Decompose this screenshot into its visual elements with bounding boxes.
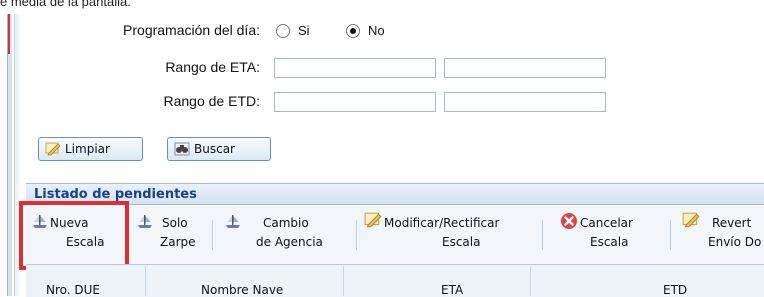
rango-etd-label: Rango de ETD: xyxy=(163,93,261,109)
solo-zarpe-line2: Zarpe xyxy=(160,235,196,249)
column-header[interactable]: ETD xyxy=(663,283,687,297)
buscar-label: Buscar xyxy=(194,142,235,156)
revertir-envio-button[interactable]: Revert Envío Do xyxy=(674,206,764,262)
toolbar-separator xyxy=(212,220,213,250)
buscar-button[interactable]: Buscar xyxy=(167,137,271,161)
toolbar-separator xyxy=(356,220,357,250)
column-header[interactable]: ETA xyxy=(441,283,463,297)
eta-to-input[interactable] xyxy=(444,58,606,78)
revertir-line2: Envío Do xyxy=(708,235,762,249)
cancelar-line2: Escala xyxy=(590,235,629,249)
modificar-rectificar-button[interactable]: Modificar/Rectificar Escala xyxy=(362,206,540,262)
modificar-line2: Escala xyxy=(442,235,481,249)
radio-si[interactable] xyxy=(276,24,290,38)
column-divider xyxy=(343,266,344,296)
pending-toolbar: Nueva Escala Solo Zarpe Cambio de Agenci… xyxy=(26,206,764,265)
ship-icon xyxy=(138,215,152,228)
cancelar-line1: Cancelar xyxy=(580,216,633,230)
toolbar-separator xyxy=(542,220,543,250)
radio-no[interactable] xyxy=(346,24,360,38)
table-header: Nro. DUE Nombre Nave ETA ETD xyxy=(26,264,764,297)
pencil-icon xyxy=(364,212,382,228)
column-divider xyxy=(530,266,531,296)
pencil-icon xyxy=(45,142,61,156)
cambio-agencia-line2: de Agencia xyxy=(256,235,323,249)
column-divider xyxy=(145,266,146,296)
binoculars-icon xyxy=(174,142,190,156)
programacion-label: Programación del día: xyxy=(123,22,260,38)
cambio-agencia-line1: Cambio xyxy=(263,216,309,230)
radio-si-label: Si xyxy=(298,23,310,38)
panel-title: Listado de pendientes xyxy=(26,183,764,205)
cambio-agencia-button[interactable]: Cambio de Agencia xyxy=(218,206,346,262)
solo-zarpe-button[interactable]: Solo Zarpe xyxy=(130,206,210,262)
cancelar-escala-button[interactable]: Cancelar Escala xyxy=(546,206,656,262)
page-caption: e media de la pantalla. xyxy=(0,0,131,9)
highlight-box xyxy=(19,201,129,270)
rango-etd-row: Rango de ETD: xyxy=(0,92,764,114)
rango-eta-row: Rango de ETA: xyxy=(0,58,764,80)
limpiar-button[interactable]: Limpiar xyxy=(38,137,143,161)
eta-from-input[interactable] xyxy=(274,58,436,78)
radio-no-label: No xyxy=(368,23,385,38)
modificar-line1: Modificar/Rectificar xyxy=(384,216,500,230)
column-header[interactable]: Nro. DUE xyxy=(46,283,100,297)
etd-from-input[interactable] xyxy=(274,92,436,112)
column-header[interactable]: Nombre Nave xyxy=(201,283,283,297)
programacion-row: Programación del día: Si No xyxy=(0,22,764,44)
revertir-line1: Revert xyxy=(712,216,752,230)
solo-zarpe-line1: Solo xyxy=(162,216,188,230)
rango-eta-label: Rango de ETA: xyxy=(165,59,260,75)
left-frame-border xyxy=(7,14,12,296)
limpiar-label: Limpiar xyxy=(65,142,110,156)
pencil-icon xyxy=(682,212,700,228)
cancel-icon xyxy=(561,213,577,229)
ship-icon xyxy=(226,215,240,228)
etd-to-input[interactable] xyxy=(444,92,606,112)
toolbar-separator xyxy=(670,220,671,250)
